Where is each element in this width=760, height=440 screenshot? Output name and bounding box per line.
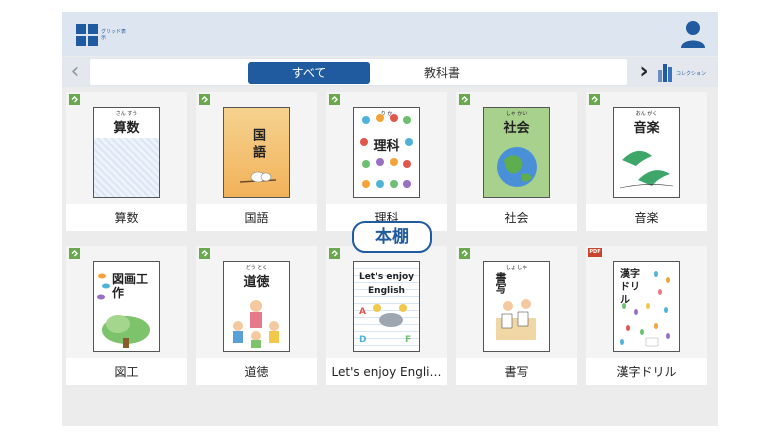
cover-ruby: しょ しゃ (505, 265, 528, 271)
cover-title: 図画工作 (112, 272, 149, 300)
tab-textbooks[interactable]: 教科書 (392, 62, 492, 84)
epub-badge-icon (589, 94, 600, 105)
svg-text:D: D (359, 335, 366, 345)
chevron-right-icon[interactable]: › (633, 61, 655, 85)
animals-illustration: A D F (359, 304, 411, 345)
book-card-sansu[interactable]: さん すう 算数 算数 (66, 92, 187, 231)
svg-text:F: F (405, 335, 411, 345)
bird-illustration (619, 150, 674, 189)
book-title: 社会 (504, 211, 529, 225)
epub-badge-icon (199, 94, 210, 105)
children-illustration (233, 300, 279, 348)
book-cover: 国語 (223, 107, 290, 198)
book-title: 書写 (504, 365, 529, 379)
pdf-badge: PDF (588, 248, 602, 257)
flask-illustration (360, 114, 413, 188)
epub-badge-icon (329, 94, 340, 105)
cover-title: 道徳 (243, 275, 270, 290)
book-cover: しょ しゃ 書写 (483, 261, 550, 352)
book-cover: さん すう 算数 (93, 107, 160, 198)
book-cover: Let's enjoy English A D F (353, 261, 420, 352)
book-card-kokugo[interactable]: 国語 国語 (196, 92, 317, 231)
cover-ruby: おん がく (635, 111, 658, 117)
calligraphy-illustration (496, 299, 536, 340)
user-icon[interactable] (680, 20, 706, 48)
cover-title: 算数 (113, 121, 140, 136)
epub-badge-icon (69, 94, 80, 105)
book-card-zuko[interactable]: 図画工作 図工 (66, 246, 187, 385)
book-cover: おん がく 音楽 (613, 107, 680, 198)
app-window: グリッド表示 ‹ すべて 教科書 › コレクション さん すう 算数 算数 国語… (62, 12, 718, 426)
cover-title: Let's enjoy English (358, 272, 415, 296)
book-cover: 漢字ドリル (613, 261, 680, 352)
book-title: 図工 (114, 365, 139, 379)
cover-title: 社会 (503, 121, 530, 136)
book-title: Let's enjoy Engli… (331, 365, 442, 379)
book-card-shakai[interactable]: しゃ かい 社会 社会 (456, 92, 577, 231)
cover-ruby: さん すう (115, 111, 138, 117)
epub-badge-icon (329, 248, 340, 259)
epub-badge-icon (69, 248, 80, 259)
bookshelf-label: 本棚 (352, 221, 432, 253)
book-card-dotoku[interactable]: どう とく 道徳 道徳 (196, 246, 317, 385)
book-cover: 図画工作 (93, 261, 160, 352)
epub-badge-icon (199, 248, 210, 259)
tab-all[interactable]: すべて (248, 62, 370, 84)
collection-label: コレクション (676, 70, 707, 77)
collection-button[interactable]: コレクション (658, 63, 716, 83)
cover-title: 書写 (494, 272, 507, 294)
globe-illustration (497, 147, 537, 187)
book-cover: しゃ かい 社会 (483, 107, 550, 198)
cover-title: 音楽 (633, 121, 660, 136)
top-bar: グリッド表示 (62, 12, 718, 56)
book-title: 算数 (114, 211, 139, 225)
chevron-left-icon[interactable]: ‹ (64, 61, 86, 85)
bird-illustration (239, 171, 277, 183)
book-card-shosha[interactable]: しょ しゃ 書写 書写 (456, 246, 577, 385)
book-title: 漢字ドリル (616, 365, 677, 379)
collection-icon (658, 64, 674, 82)
tab-bar: ‹ すべて 教科書 › コレクション (62, 57, 718, 87)
cover-title: 国語 (250, 128, 265, 162)
cover-ruby: どう とく (245, 265, 268, 271)
book-card-rika[interactable]: り か 理科 理科 (326, 92, 447, 231)
epub-badge-icon (459, 94, 470, 105)
grid-view-label: グリッド表示 (101, 29, 127, 41)
grid-icon (76, 24, 98, 46)
book-cover: り か 理科 (353, 107, 420, 198)
book-title: 国語 (244, 211, 269, 225)
tab-container: すべて 教科書 (90, 59, 627, 85)
grid-view-button[interactable]: グリッド表示 (76, 20, 136, 50)
book-title: 道徳 (244, 365, 269, 379)
epub-badge-icon (459, 248, 470, 259)
droplet-pattern (620, 271, 670, 347)
book-card-kanji-drill[interactable]: PDF 漢字ドリル 漢字ドリル (586, 246, 707, 385)
cover-ruby: しゃ かい (505, 111, 528, 117)
book-card-english[interactable]: Let's enjoy English A D F Let's enjoy En… (326, 246, 447, 385)
book-title: 音楽 (634, 211, 659, 225)
leaf-icons (97, 273, 110, 300)
book-card-ongaku[interactable]: おん がく 音楽 音楽 (586, 92, 707, 231)
tree-illustration (102, 315, 150, 348)
book-cover: どう とく 道徳 (223, 261, 290, 352)
svg-text:A: A (359, 307, 366, 317)
